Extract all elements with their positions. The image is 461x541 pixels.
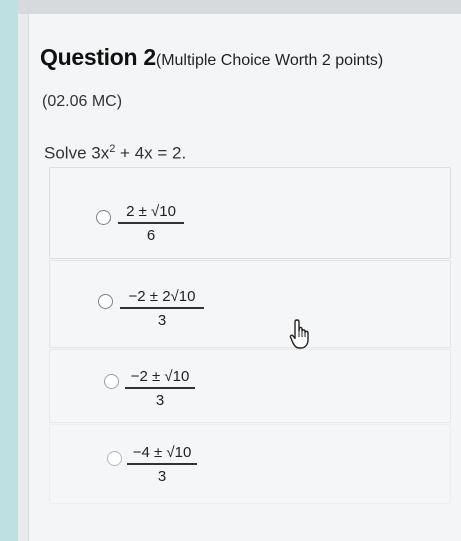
option-1-fraction: 2 ± √10 6 [118, 203, 184, 244]
option-2-numerator: −2 ± 2√10 [128, 288, 196, 305]
prompt-prefix: Solve 3x [44, 143, 110, 163]
top-bar [18, 0, 461, 14]
radio-empty-icon[interactable] [98, 294, 113, 309]
question-title: Question 2 [40, 44, 156, 70]
option-2-fraction: −2 ± 2√10 3 [120, 288, 204, 329]
question-code: (02.06 MC) [42, 93, 123, 110]
prompt-suffix: + 4x = 2. [115, 143, 187, 163]
option-2-denominator: 3 [157, 311, 167, 329]
option-1-denominator: 6 [146, 226, 156, 244]
option-3-numerator: −2 ± √10 [130, 368, 190, 385]
option-4-denominator: 3 [157, 467, 167, 485]
option-3-fraction: −2 ± √10 3 [125, 368, 195, 409]
option-4-fraction: −4 ± √10 3 [127, 444, 197, 485]
option-3-denominator: 3 [155, 391, 165, 409]
hand-pointer-icon [289, 319, 309, 349]
question-points: (Multiple Choice Worth 2 points) [155, 52, 384, 69]
question-prompt: Solve 3x2 + 4x = 2. [44, 143, 186, 164]
option-4-numerator: −4 ± √10 [132, 444, 192, 461]
radio-empty-icon[interactable] [96, 210, 111, 225]
option-1-numerator: 2 ± √10 [126, 203, 176, 220]
radio-empty-icon[interactable] [104, 374, 119, 389]
left-sidebar-strip [0, 0, 18, 541]
radio-empty-icon[interactable] [107, 451, 122, 466]
question-header: Question 2(Multiple Choice Worth 2 point… [40, 44, 383, 71]
